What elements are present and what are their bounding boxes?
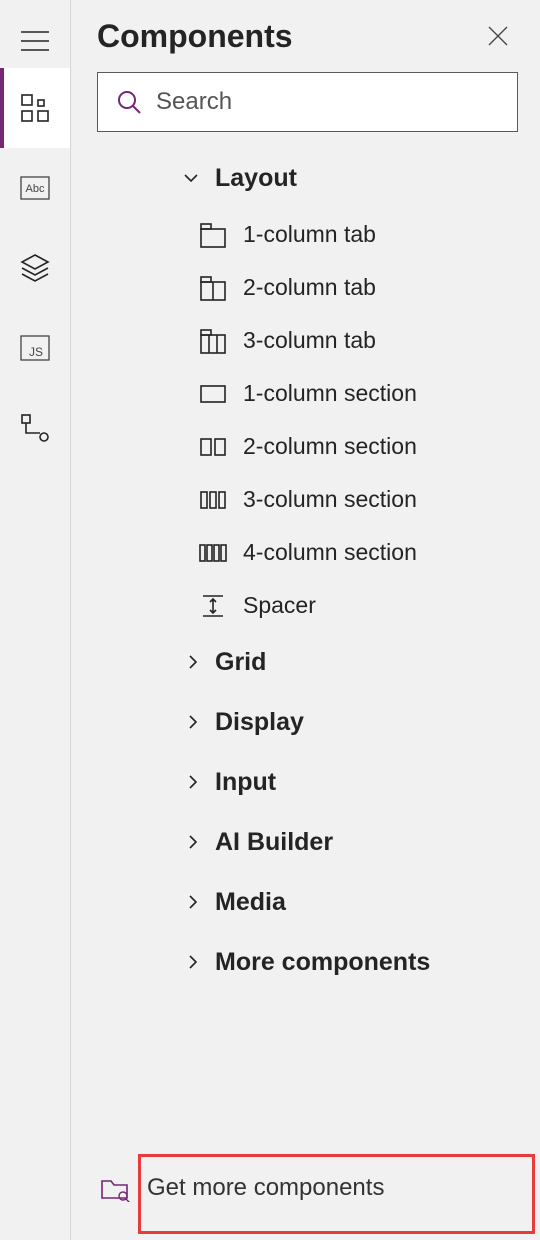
item-label: 3-column tab (243, 327, 376, 354)
item-3-column-tab[interactable]: 3-column tab (71, 314, 532, 367)
group-more-components[interactable]: More components (71, 932, 532, 992)
group-label: Media (215, 888, 286, 917)
item-1-column-tab[interactable]: 1-column tab (71, 208, 532, 261)
get-more-components-button[interactable]: Get more components (93, 1158, 518, 1218)
components-panel: Components Layout (70, 0, 540, 1240)
item-label: 2-column tab (243, 274, 376, 301)
chevron-right-icon (185, 954, 201, 970)
flow-icon (20, 413, 50, 443)
abc-icon: Abc (20, 176, 50, 200)
search-input-wrapper[interactable] (97, 72, 518, 132)
components-icon (20, 93, 50, 123)
item-spacer[interactable]: Spacer (71, 579, 532, 632)
item-2-column-section[interactable]: 2-column section (71, 420, 532, 473)
chevron-right-icon (185, 774, 201, 790)
one-column-tab-icon (199, 221, 227, 249)
chevron-right-icon (185, 894, 201, 910)
nav-item-flow[interactable] (0, 388, 70, 468)
item-2-column-tab[interactable]: 2-column tab (71, 261, 532, 314)
chevron-down-icon (183, 170, 199, 186)
group-label: Grid (215, 648, 266, 677)
nav-item-components[interactable] (0, 68, 70, 148)
nav-item-js[interactable]: JS (0, 308, 70, 388)
item-label: 1-column section (243, 380, 417, 407)
item-label: 3-column section (243, 486, 417, 513)
three-column-section-icon (199, 486, 227, 514)
search-input[interactable] (154, 87, 499, 117)
group-label: Layout (215, 164, 297, 193)
svg-text:Abc: Abc (26, 183, 45, 195)
item-label: 4-column section (243, 539, 417, 566)
group-grid[interactable]: Grid (71, 632, 532, 692)
layers-icon (20, 253, 50, 283)
panel-title: Components (97, 18, 293, 55)
group-label: AI Builder (215, 828, 333, 857)
group-label: Display (215, 708, 304, 737)
nav-item-text[interactable]: Abc (0, 148, 70, 228)
group-media[interactable]: Media (71, 872, 532, 932)
group-layout[interactable]: Layout (71, 148, 532, 208)
close-icon (487, 25, 509, 47)
item-1-column-section[interactable]: 1-column section (71, 367, 532, 420)
chevron-right-icon (185, 654, 201, 670)
close-button[interactable] (478, 16, 518, 56)
hamburger-icon (20, 30, 50, 52)
group-display[interactable]: Display (71, 692, 532, 752)
two-column-section-icon (199, 433, 227, 461)
group-ai-builder[interactable]: AI Builder (71, 812, 532, 872)
search-icon (116, 89, 142, 115)
menu-button[interactable] (0, 14, 70, 68)
group-input[interactable]: Input (71, 752, 532, 812)
four-column-section-icon (199, 539, 227, 567)
left-nav-rail: Abc JS (0, 0, 70, 1240)
two-column-tab-icon (199, 274, 227, 302)
footer-label: Get more components (147, 1174, 384, 1202)
item-label: 2-column section (243, 433, 417, 460)
nav-item-layers[interactable] (0, 228, 70, 308)
chevron-right-icon (185, 714, 201, 730)
item-3-column-section[interactable]: 3-column section (71, 473, 532, 526)
three-column-tab-icon (199, 327, 227, 355)
item-4-column-section[interactable]: 4-column section (71, 526, 532, 579)
component-tree: Layout 1-column tab 2-column tab 3-colum… (71, 148, 540, 1240)
group-label: Input (215, 768, 276, 797)
chevron-right-icon (185, 834, 201, 850)
spacer-icon (199, 592, 227, 620)
svg-text:JS: JS (29, 345, 43, 359)
js-icon: JS (20, 335, 50, 361)
folder-add-icon (99, 1174, 131, 1202)
item-label: 1-column tab (243, 221, 376, 248)
group-label: More components (215, 948, 430, 977)
one-column-section-icon (199, 380, 227, 408)
item-label: Spacer (243, 592, 316, 619)
